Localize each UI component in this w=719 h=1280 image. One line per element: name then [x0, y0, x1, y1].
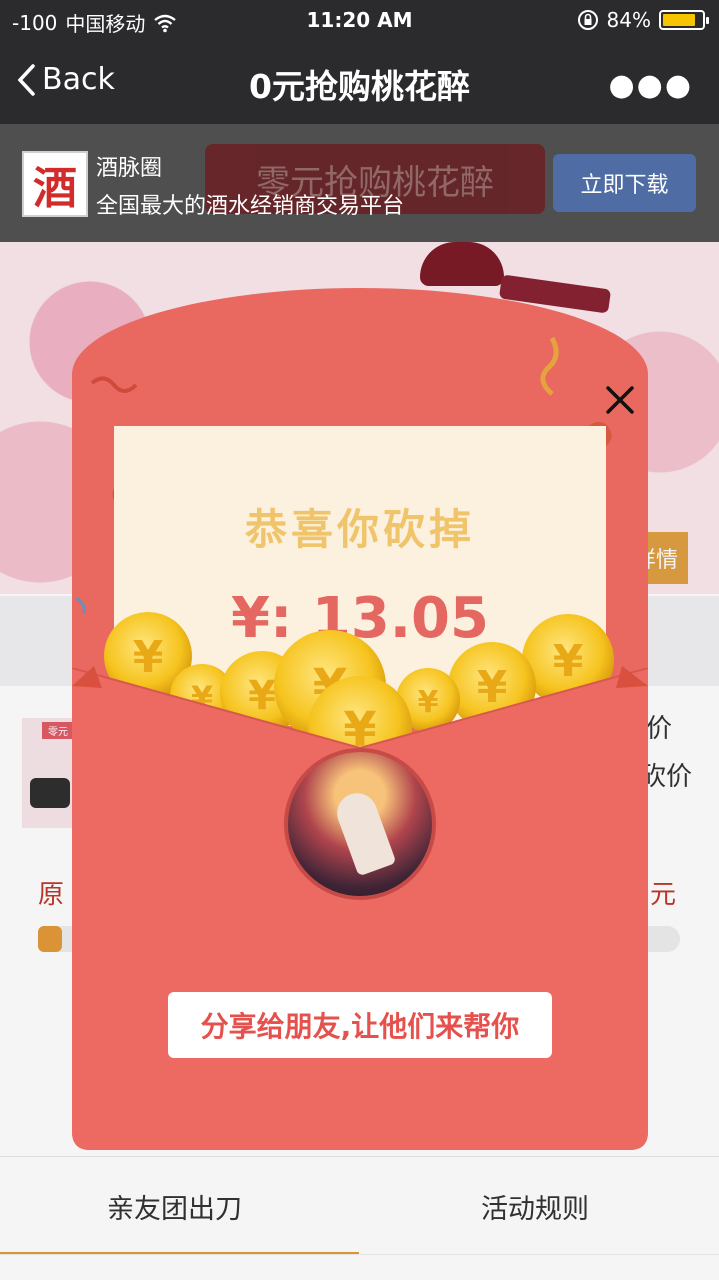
congrats-text: 恭喜你砍掉: [244, 505, 475, 554]
app-download-banner: 零元抢购桃花醉 酒 酒脉圈 全国最大的酒水经销商交易平台 立即下载: [0, 124, 719, 242]
envelope-flap-edges: [72, 666, 648, 688]
status-right: 84%: [577, 8, 709, 32]
rotation-lock-icon: [577, 10, 598, 30]
avatar-figure: [331, 787, 397, 877]
user-avatar: [284, 748, 436, 900]
app-name: 酒脉圈: [96, 156, 163, 181]
battery-icon: [659, 10, 709, 30]
red-envelope-modal: 恭喜你砍掉 ¥: 13.05 ¥ ¥ ¥ ¥ ¥ ¥ ¥ ¥: [72, 288, 648, 1150]
battery-fill: [663, 14, 695, 26]
status-bar: -100 中国移动 11:20 AM 84%: [0, 0, 719, 40]
app-description: 全国最大的酒水经销商交易平台: [96, 194, 405, 219]
share-button[interactable]: 分享给朋友,让他们来帮你: [168, 992, 552, 1058]
close-button[interactable]: [600, 380, 640, 420]
more-options-icon[interactable]: ●●●: [608, 68, 693, 103]
close-icon: [606, 386, 634, 414]
navigation-bar: Back 0元抢购桃花醉 ●●●: [0, 40, 719, 124]
download-button[interactable]: 立即下载: [553, 154, 696, 212]
app-logo: 酒: [22, 151, 88, 217]
envelope-front: [72, 668, 648, 1150]
battery-percent: 84%: [606, 8, 651, 32]
app-logo-glyph: 酒: [33, 163, 77, 214]
